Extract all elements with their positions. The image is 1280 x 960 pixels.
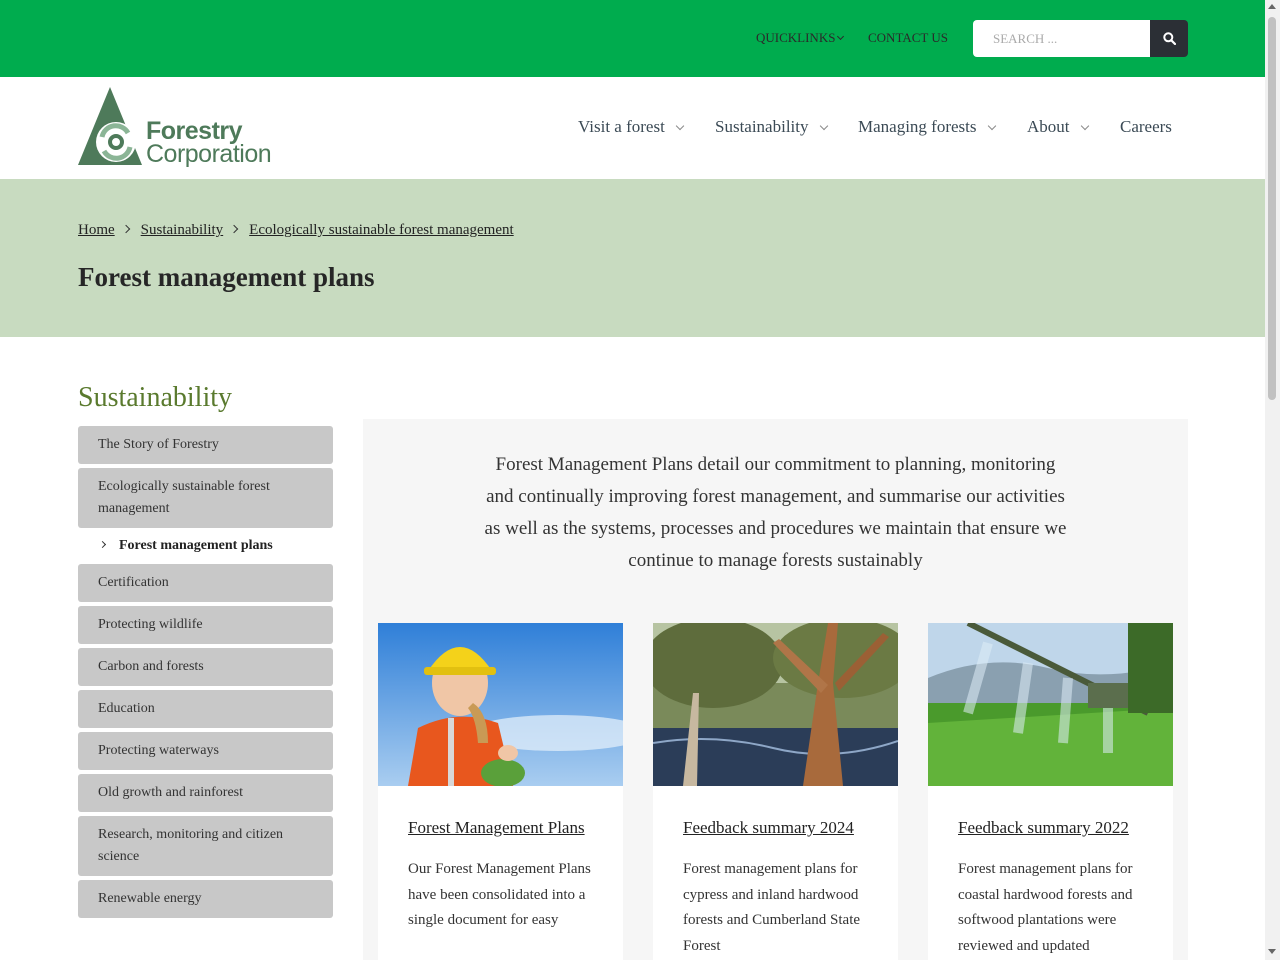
card-feedback-2024[interactable]: Feedback summary 2024 Forest management …: [653, 623, 898, 960]
breadcrumb-home[interactable]: Home: [78, 222, 115, 238]
sidebar-item-label: Forest management plans: [119, 538, 273, 553]
sidebar-item-old-growth[interactable]: Old growth and rainforest: [78, 774, 333, 812]
search-icon: [1162, 32, 1176, 45]
chevron-down-icon: [819, 121, 828, 131]
scroll-down-arrow-icon[interactable]: [1268, 949, 1276, 954]
quicklinks-label: QUICKLINKS: [756, 30, 836, 45]
page-hero: Home Sustainability Ecologically sustainab…: [0, 179, 1265, 337]
site-header: Forestry Corporation Visit a forest Sust…: [0, 77, 1265, 179]
sidebar-item-education[interactable]: Education: [78, 690, 333, 728]
nav-label: Visit a forest: [578, 117, 665, 136]
chevron-down-icon: [987, 121, 996, 131]
contact-us-link[interactable]: CONTACT US: [868, 30, 948, 46]
card-forest-management-plans[interactable]: Forest Management Plans Our Forest Manag…: [378, 623, 623, 960]
sidebar-item-certification[interactable]: Certification: [78, 564, 333, 602]
nav-careers[interactable]: Careers: [1120, 117, 1172, 137]
sidebar-item-protecting-wildlife[interactable]: Protecting wildlife: [78, 606, 333, 644]
card-image-irrigation-nursery: [928, 623, 1173, 786]
page-title: Forest management plans: [78, 262, 375, 292]
chevron-right-icon: [121, 224, 130, 234]
breadcrumb-sustainability[interactable]: Sustainability: [141, 222, 224, 238]
sidebar-item-story-of-forestry[interactable]: The Story of Forestry: [78, 426, 333, 464]
card-title[interactable]: Forest Management Plans: [408, 818, 585, 838]
card-feedback-2022[interactable]: Feedback summary 2022 Forest management …: [928, 623, 1173, 960]
forestry-corporation-logo[interactable]: Forestry Corporation: [78, 87, 283, 171]
sidebar-item-forest-management-plans[interactable]: Forest management plans: [78, 532, 333, 560]
sidebar-item-research[interactable]: Research, monitoring and citizen science: [78, 816, 333, 876]
scroll-up-arrow-icon[interactable]: [1268, 4, 1276, 9]
logo-wordmark-line2: Corporation: [146, 140, 272, 168]
nav-label: About: [1027, 117, 1070, 136]
nav-about[interactable]: About: [1027, 117, 1089, 137]
intro-text: Forest Management Plans detail our commi…: [484, 454, 1067, 571]
chevron-down-icon: [1080, 121, 1089, 131]
card-description: Forest management plans for coastal hard…: [958, 861, 1133, 954]
top-utility-bar: QUICKLINKS CONTACT US: [0, 0, 1265, 77]
card-description: Our Forest Management Plans have been co…: [408, 861, 591, 928]
page-scrollbar[interactable]: [1265, 0, 1280, 960]
chevron-down-icon: [837, 32, 845, 41]
card-title[interactable]: Feedback summary 2024: [683, 818, 854, 838]
quicklinks-menu[interactable]: QUICKLINKS: [756, 30, 845, 46]
nav-visit-a-forest[interactable]: Visit a forest: [578, 117, 685, 137]
card-title[interactable]: Feedback summary 2022: [958, 818, 1129, 838]
nav-sustainability[interactable]: Sustainability: [715, 117, 828, 137]
nav-label: Managing forests: [858, 117, 977, 136]
sidebar-item-esfm[interactable]: Ecologically sustainable forest manageme…: [78, 468, 333, 528]
search-input[interactable]: [973, 20, 1150, 57]
sidebar-title: Sustainability: [78, 382, 232, 413]
nav-label: Sustainability: [715, 117, 809, 136]
scrollbar-thumb[interactable]: [1268, 17, 1276, 400]
card-image-forestry-worker: [378, 623, 623, 786]
tree-logo-icon: [78, 87, 142, 165]
chevron-right-icon: [98, 540, 107, 549]
search-button[interactable]: [1150, 20, 1188, 57]
sidebar-item-renewable-energy[interactable]: Renewable energy: [78, 880, 333, 918]
sidebar-item-carbon-and-forests[interactable]: Carbon and forests: [78, 648, 333, 686]
card-image-river-gum: [653, 623, 898, 786]
nav-managing-forests[interactable]: Managing forests: [858, 117, 996, 137]
breadcrumb-esfm[interactable]: Ecologically sustainable forest manageme…: [249, 222, 514, 238]
chevron-right-icon: [229, 224, 239, 234]
nav-label: Careers: [1120, 117, 1172, 136]
main-content: Forest Management Plans detail our commi…: [363, 419, 1188, 960]
sidebar-item-protecting-waterways[interactable]: Protecting waterways: [78, 732, 333, 770]
card-description: Forest management plans for cypress and …: [683, 861, 861, 954]
chevron-down-icon: [675, 121, 685, 131]
sidebar-nav: The Story of Forestry Ecologically susta…: [78, 426, 333, 922]
breadcrumb: Home Sustainability Ecologically sustainab…: [78, 222, 514, 239]
